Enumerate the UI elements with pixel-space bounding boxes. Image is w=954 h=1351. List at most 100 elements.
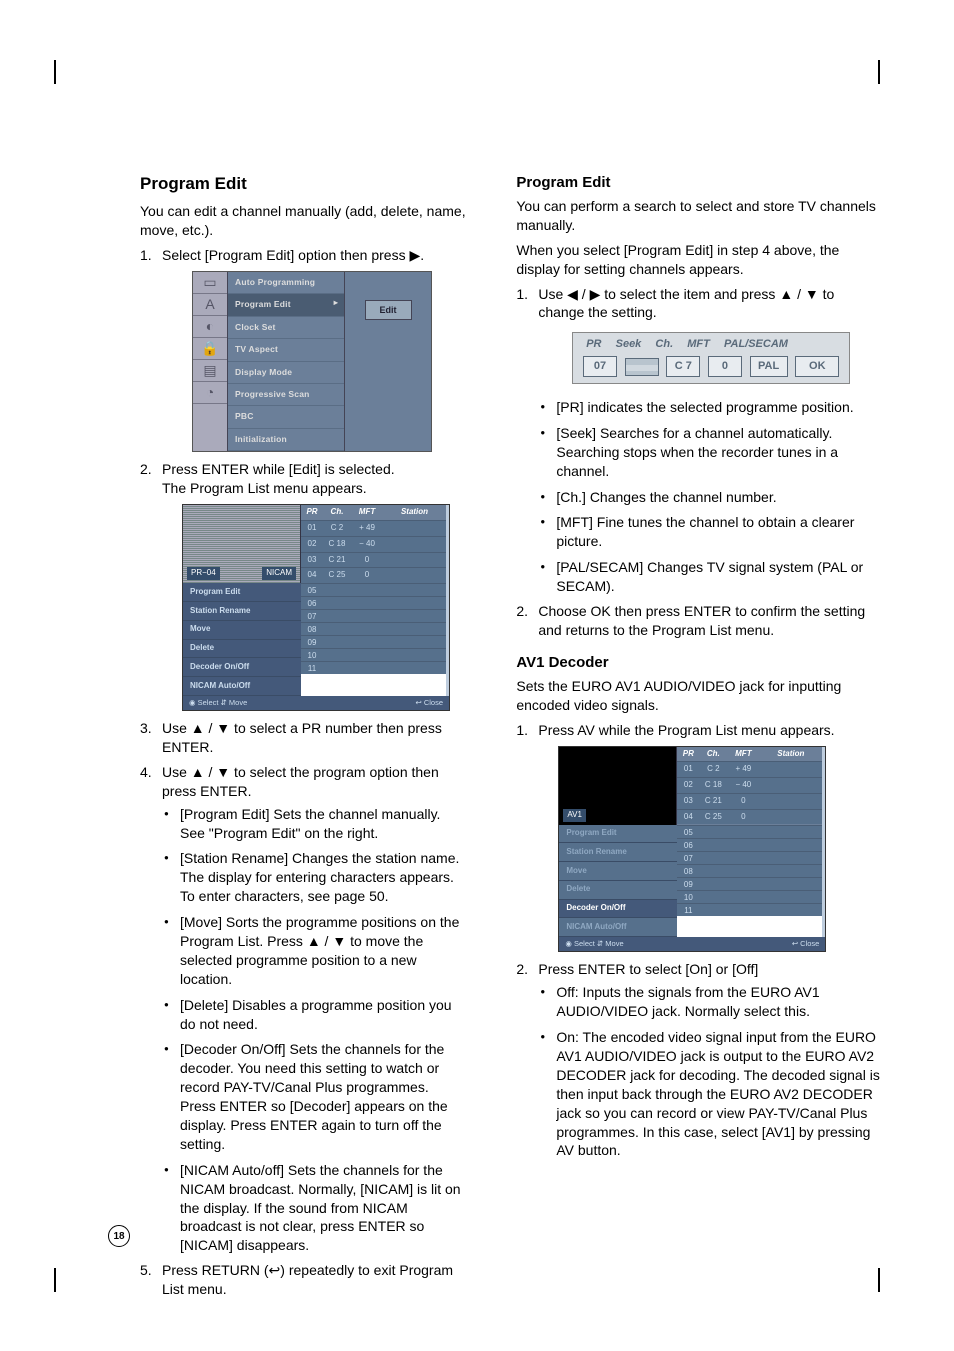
heading-program-edit-right: Program Edit xyxy=(516,174,884,191)
table-row: 05 xyxy=(677,825,822,838)
col-pr: PR xyxy=(301,505,323,520)
col-pr: PR xyxy=(677,747,699,762)
menu-item: PBC xyxy=(228,406,344,428)
val-pal: PAL xyxy=(750,356,788,377)
list-item: Delete xyxy=(559,881,677,900)
list-item: [Delete] Disables a programme position y… xyxy=(180,996,468,1034)
footer-close: ↩ Close xyxy=(792,939,820,949)
text-r-p1: You can perform a search to select and s… xyxy=(516,197,884,235)
val-pr: 07 xyxy=(583,356,617,377)
list-item: Program Edit xyxy=(559,825,677,844)
list-item: [NICAM Auto/off] Sets the channels for t… xyxy=(180,1161,468,1255)
step-b2: Press ENTER to select [On] or [Off] xyxy=(538,961,758,977)
list-item: [Decoder On/Off] Sets the channels for t… xyxy=(180,1040,468,1153)
table-row: 01C 2+ 49 xyxy=(677,761,822,777)
table-row: 02C 18− 40 xyxy=(677,777,822,793)
table-row: 04C 250 xyxy=(301,567,446,583)
step-4: Use ▲ / ▼ to select the program option t… xyxy=(162,764,439,799)
av1-badge: AV1 xyxy=(563,809,586,822)
step-2b: The Program List menu appears. xyxy=(162,480,367,496)
list-item: [Station Rename] Changes the station nam… xyxy=(180,849,468,906)
step-2a: Press ENTER while [Edit] is selected. xyxy=(162,461,395,477)
lock-icon: 🔒 xyxy=(193,338,227,360)
hdr-pr: PR xyxy=(586,337,601,352)
list-item: [PAL/SECAM] Changes TV signal system (PA… xyxy=(556,558,884,596)
menu-item: Clock Set xyxy=(228,317,344,339)
list-item: [MFT] Fine tunes the channel to obtain a… xyxy=(556,513,884,551)
ok-button: OK xyxy=(795,356,839,377)
heading-av1-decoder: AV1 Decoder xyxy=(516,654,884,671)
menu-item: Display Mode xyxy=(228,362,344,384)
step-3: Use ▲ / ▼ to select a PR number then pre… xyxy=(162,720,442,755)
table-row: 08 xyxy=(301,622,446,635)
text-r-p2: When you select [Program Edit] in step 4… xyxy=(516,241,884,279)
hdr-seek: Seek xyxy=(616,337,642,352)
table-row: 11 xyxy=(677,903,822,916)
list-item: Station Rename xyxy=(559,843,677,862)
text-av1: Sets the EURO AV1 AUDIO/VIDEO jack for i… xyxy=(516,677,884,715)
list-item: NICAM Auto/Off xyxy=(559,918,677,937)
edit-button: Edit xyxy=(365,300,412,320)
list-item: Off: Inputs the signals from the EURO AV… xyxy=(556,983,884,1021)
list-item: [Move] Sorts the programme positions on … xyxy=(180,913,468,989)
program-list-screenshot: PR−04 NICAM PR Ch. MFT Station 01C 2+ 49… xyxy=(182,504,450,711)
step-b1: Press AV while the Program List menu app… xyxy=(538,722,834,738)
menu-item: Auto Programming xyxy=(228,272,344,294)
pr-badge: PR−04 xyxy=(187,567,220,580)
heading-program-edit: Program Edit xyxy=(140,174,468,194)
list-item: On: The encoded video signal input from … xyxy=(556,1028,884,1160)
table-row: 03C 210 xyxy=(301,552,446,568)
step-1: Select [Program Edit] option then press … xyxy=(162,247,424,263)
list-item: Station Rename xyxy=(183,602,301,621)
av1-program-list-screenshot: AV1 PR Ch. MFT Station 01C 2+ 4902C 18− … xyxy=(558,746,826,953)
list-item: [Program Edit] Sets the channel manually… xyxy=(180,805,468,843)
list-item: NICAM Auto/Off xyxy=(183,677,301,696)
table-row: 05 xyxy=(301,583,446,596)
step-5: Press RETURN (↩) repeatedly to exit Prog… xyxy=(162,1262,453,1297)
tuning-panel-screenshot: PR Seek Ch. MFT PAL/SECAM 07 C 7 0 PAL O… xyxy=(572,332,850,384)
val-ch: C 7 xyxy=(666,356,700,377)
list-item: Move xyxy=(559,862,677,881)
nicam-badge: NICAM xyxy=(262,567,296,580)
footer-close: ↩ Close xyxy=(415,698,443,708)
list-item: [Seek] Searches for a channel automatica… xyxy=(556,424,884,481)
audio-icon: ◐ xyxy=(193,316,227,338)
list-item: Decoder On/Off xyxy=(183,658,301,677)
tv-icon: ▭ xyxy=(193,272,227,294)
list-item: Program Edit xyxy=(183,583,301,602)
col-ch: Ch. xyxy=(699,747,727,762)
table-row: 07 xyxy=(677,851,822,864)
step-r1: Use ◀ / ▶ to select the item and press ▲… xyxy=(538,286,834,321)
disc-icon: ◔ xyxy=(193,382,227,404)
list-item: Decoder On/Off xyxy=(559,900,677,919)
val-seek xyxy=(625,358,659,376)
menu-item: Initialization xyxy=(228,429,344,451)
table-row: 06 xyxy=(301,596,446,609)
table-row: 08 xyxy=(677,864,822,877)
hdr-ch: Ch. xyxy=(655,337,673,352)
table-row: 01C 2+ 49 xyxy=(301,520,446,536)
col-station: Station xyxy=(759,747,822,762)
list-item: [PR] indicates the selected programme po… xyxy=(556,398,884,417)
val-mft: 0 xyxy=(708,356,742,377)
table-row: 03C 210 xyxy=(677,793,822,809)
table-row: 02C 18− 40 xyxy=(301,536,446,552)
language-icon: A xyxy=(193,294,227,316)
col-mft: MFT xyxy=(351,505,383,520)
menu-item: Progressive Scan xyxy=(228,384,344,406)
table-row: 10 xyxy=(301,648,446,661)
list-item: Delete xyxy=(183,640,301,659)
col-ch: Ch. xyxy=(323,505,351,520)
table-row: 09 xyxy=(677,877,822,890)
table-row: 06 xyxy=(677,838,822,851)
table-row: 07 xyxy=(301,609,446,622)
footer-select: ◉ Select ⇵ Move xyxy=(565,939,623,949)
list-item: Move xyxy=(183,621,301,640)
col-station: Station xyxy=(383,505,446,520)
menu-item: Program Edit xyxy=(228,294,344,316)
intro-text: You can edit a channel manually (add, de… xyxy=(140,202,468,240)
hdr-mft: MFT xyxy=(687,337,710,352)
setup-menu-screenshot: ▭ A ◐ 🔒 ▤ ◔ Auto ProgrammingProgram Edit… xyxy=(192,271,432,453)
hdr-palsecam: PAL/SECAM xyxy=(724,337,788,352)
recording-icon: ▤ xyxy=(193,360,227,382)
